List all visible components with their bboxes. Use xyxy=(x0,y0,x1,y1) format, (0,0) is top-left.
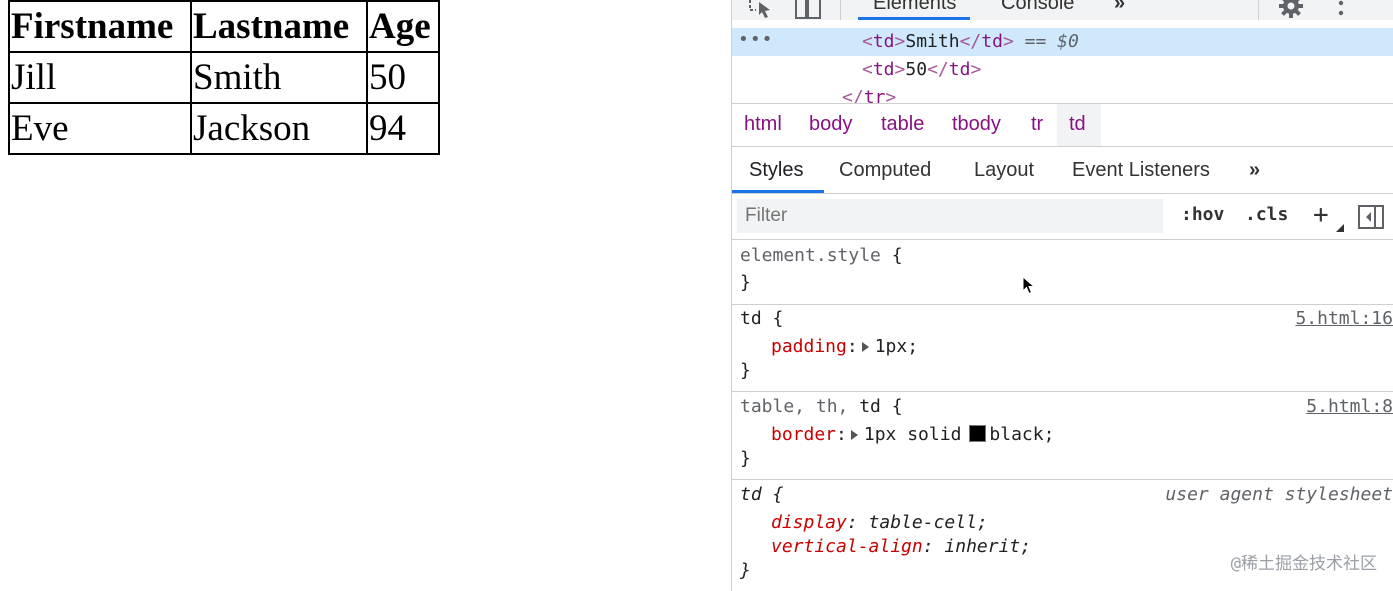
devtools-toolbar: Elements Console » xyxy=(732,0,1393,20)
css-value: inherit xyxy=(944,536,1021,557)
breadcrumb-tbody[interactable]: tbody xyxy=(952,113,1001,136)
dom-text: Smith xyxy=(905,31,960,52)
tab-console[interactable]: Console xyxy=(1001,0,1074,15)
style-rule-user-agent[interactable]: td { user agent stylesheet display: tabl… xyxy=(732,480,1393,591)
devtools-panel: Elements Console » ••• <td>Smith</td> ==… xyxy=(731,0,1393,591)
breadcrumb: html body table tbody tr td xyxy=(732,103,1393,147)
gear-icon[interactable] xyxy=(1278,0,1304,18)
rule-selector: element.style xyxy=(740,245,881,266)
hov-toggle-button[interactable]: :hov xyxy=(1181,204,1224,225)
css-value: table-cell xyxy=(868,512,977,533)
more-tabs-button[interactable]: » xyxy=(1114,0,1125,15)
dom-close-tag: td xyxy=(981,31,1003,52)
expand-shorthand-icon[interactable] xyxy=(850,429,858,440)
expand-shorthand-icon[interactable] xyxy=(861,341,869,352)
style-rule-table-th-td[interactable]: table, th, td { 5.html:8 border: 1px soli… xyxy=(732,392,1393,480)
dom-open-tag: td xyxy=(872,59,895,80)
device-toggle-icon[interactable] xyxy=(794,0,822,20)
css-property[interactable]: padding xyxy=(771,336,847,357)
styles-filter-input[interactable] xyxy=(737,199,1163,233)
rule-selector: td xyxy=(740,484,762,505)
style-rule-td[interactable]: td { 5.html:16 padding: 1px; } xyxy=(732,305,1393,392)
color-swatch[interactable] xyxy=(969,425,987,442)
rendered-page: Firstname Lastname Age Jill Smith 50 Eve… xyxy=(0,0,731,591)
breadcrumb-html[interactable]: html xyxy=(744,113,782,136)
rule-selector: td xyxy=(859,396,881,417)
cls-toggle-button[interactable]: .cls xyxy=(1245,204,1288,225)
rule-menu-corner-icon xyxy=(1336,224,1344,232)
table-header-row: Firstname Lastname Age xyxy=(9,1,439,52)
css-value[interactable]: 1px xyxy=(875,336,908,357)
css-property: display xyxy=(771,512,847,533)
rule-selector: td xyxy=(740,308,762,329)
table-row: Eve Jackson 94 xyxy=(9,103,439,154)
rule-source-link[interactable]: 5.html:8 xyxy=(1306,395,1393,419)
cell-firstname: Eve xyxy=(9,103,191,154)
header-lastname: Lastname xyxy=(191,1,367,52)
css-value-color[interactable]: black xyxy=(989,424,1043,445)
breadcrumb-table[interactable]: table xyxy=(881,113,924,136)
rule-source-link[interactable]: 5.html:16 xyxy=(1295,307,1393,331)
dom-node[interactable]: <td>50</td> xyxy=(732,56,1393,84)
inspect-element-icon[interactable] xyxy=(748,0,774,20)
styles-subtabs: Styles Computed Layout Event Listeners » xyxy=(732,147,1393,194)
toolbar-divider xyxy=(1258,0,1259,20)
dom-node[interactable]: </tr> xyxy=(732,84,1393,103)
more-subtabs-button[interactable]: » xyxy=(1249,159,1260,182)
dom-node-selected[interactable]: ••• <td>Smith</td> == $0 xyxy=(732,28,1393,56)
styles-filter-bar: :hov .cls + xyxy=(732,194,1393,240)
cell-lastname: Jackson xyxy=(191,103,367,154)
tab-elements[interactable]: Elements xyxy=(873,0,956,15)
dom-close-tag: tr xyxy=(863,87,886,103)
selected-node-marker: == $0 xyxy=(1024,31,1079,52)
toolbar-divider xyxy=(840,0,841,20)
node-actions-ellipsis[interactable]: ••• xyxy=(738,26,774,54)
css-property: vertical-align xyxy=(771,536,923,557)
new-style-rule-button[interactable]: + xyxy=(1313,200,1329,230)
tab-event-listeners[interactable]: Event Listeners xyxy=(1072,159,1210,182)
mouse-cursor-icon xyxy=(1022,276,1036,295)
active-tab-indicator xyxy=(732,190,824,193)
watermark: @稀土掘金技术社区 xyxy=(1230,554,1377,574)
dom-open-tag: td xyxy=(872,31,895,52)
style-rules-pane: element.style { } td { 5.html:16 padding… xyxy=(732,240,1393,591)
breadcrumb-body[interactable]: body xyxy=(809,113,852,136)
cell-firstname: Jill xyxy=(9,52,191,103)
cell-age: 94 xyxy=(367,103,439,154)
people-table: Firstname Lastname Age Jill Smith 50 Eve… xyxy=(8,0,440,155)
toggle-sidebar-icon[interactable] xyxy=(1358,205,1384,229)
cell-age: 50 xyxy=(367,52,439,103)
dom-text: 50 xyxy=(905,59,928,80)
tab-styles[interactable]: Styles xyxy=(749,159,803,182)
css-value[interactable]: 1px solid xyxy=(864,424,962,445)
dom-close-tag: td xyxy=(948,59,971,80)
dom-tree[interactable]: ••• <td>Smith</td> == $0 <td>50</td> </t… xyxy=(732,20,1393,103)
breadcrumb-tr[interactable]: tr xyxy=(1031,113,1043,136)
table-row: Jill Smith 50 xyxy=(9,52,439,103)
header-firstname: Firstname xyxy=(9,1,191,52)
kebab-menu-icon[interactable] xyxy=(1336,0,1346,20)
cell-lastname: Smith xyxy=(191,52,367,103)
tab-computed[interactable]: Computed xyxy=(839,159,931,182)
tab-layout[interactable]: Layout xyxy=(974,159,1034,182)
breadcrumb-td[interactable]: td xyxy=(1069,113,1086,136)
css-property[interactable]: border xyxy=(771,424,836,445)
header-age: Age xyxy=(367,1,439,52)
style-rule-element-style[interactable]: element.style { } xyxy=(732,240,1393,305)
rule-selector-dim: table, th, xyxy=(740,396,860,417)
rule-source-label: user agent stylesheet xyxy=(1165,484,1393,505)
